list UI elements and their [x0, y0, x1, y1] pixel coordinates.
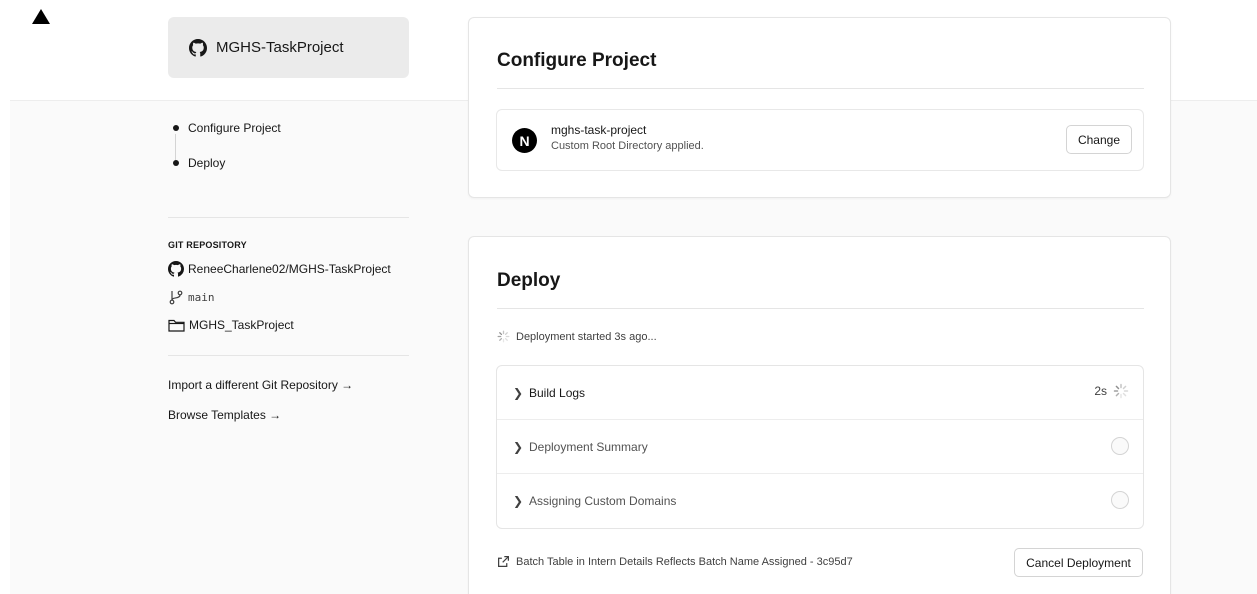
git-directory-name: MGHS_TaskProject — [189, 318, 294, 332]
deployment-summary-row[interactable]: ❯ Deployment Summary — [497, 420, 1143, 474]
git-branch: main — [168, 288, 408, 306]
nextjs-logo-icon: N — [512, 128, 537, 153]
folder-icon — [168, 319, 185, 332]
git-repository-heading: GIT REPOSITORY — [168, 240, 247, 250]
configure-project-title: Configure Project — [497, 50, 657, 71]
git-branch-name: main — [188, 290, 215, 304]
step-configure-project: Configure Project — [168, 118, 281, 138]
triangle-logo-icon[interactable] — [32, 9, 50, 24]
github-icon — [168, 261, 184, 277]
step-label: Configure Project — [188, 121, 281, 135]
sidebar-divider — [168, 355, 409, 356]
custom-domains-status — [1111, 491, 1129, 509]
pending-circle-icon — [1111, 437, 1129, 455]
deployment-summary-status — [1111, 437, 1129, 455]
pending-circle-icon — [1111, 491, 1129, 509]
custom-domains-label: Assigning Custom Domains — [529, 494, 677, 508]
step-deploy: Deploy — [168, 153, 281, 173]
deployment-summary-label: Deployment Summary — [529, 439, 648, 454]
configure-project-card: Configure Project N mghs-task-project Cu… — [468, 17, 1171, 198]
browse-templates-link[interactable]: Browse Templates → — [168, 408, 281, 422]
git-directory: MGHS_TaskProject — [168, 316, 408, 334]
deploy-card: Deploy Deployment started 3s ago... ❯ Bu… — [468, 236, 1171, 594]
build-logs-label: Build Logs — [529, 385, 586, 400]
project-note: Custom Root Directory applied. — [551, 140, 704, 152]
build-logs-status: 2s — [1094, 383, 1129, 399]
sidebar-divider — [168, 217, 409, 218]
spinner-icon — [1113, 383, 1129, 399]
chevron-right-icon: ❯ — [513, 385, 524, 400]
git-repo-link[interactable]: ReneeCharlene02/MGHS-TaskProject — [168, 260, 408, 278]
git-repository-section: GIT REPOSITORY ReneeCharlene02/MGHS-Task… — [168, 240, 408, 344]
commit-message: Batch Table in Intern Details Reflects B… — [516, 555, 853, 568]
project-name: mghs-task-project — [551, 123, 647, 137]
git-repo-name: ReneeCharlene02/MGHS-TaskProject — [188, 262, 391, 276]
commit-link[interactable]: Batch Table in Intern Details Reflects B… — [497, 555, 853, 568]
card-divider — [497, 308, 1144, 309]
project-info-box: N mghs-task-project Custom Root Director… — [496, 109, 1144, 171]
build-logs-time: 2s — [1094, 384, 1107, 398]
custom-domains-row[interactable]: ❯ Assigning Custom Domains — [497, 474, 1143, 528]
step-label: Deploy — [188, 156, 226, 170]
step-dot — [173, 125, 179, 131]
card-divider — [497, 88, 1144, 89]
chevron-right-icon: ❯ — [513, 439, 524, 454]
deploy-title: Deploy — [497, 270, 561, 291]
repo-chip: MGHS-TaskProject — [168, 17, 409, 78]
git-branch-icon — [169, 290, 183, 305]
github-icon — [189, 38, 207, 57]
chevron-right-icon: ❯ — [513, 494, 524, 508]
step-dot — [173, 160, 179, 166]
cancel-deployment-button[interactable]: Cancel Deployment — [1014, 548, 1143, 577]
import-repository-link[interactable]: Import a different Git Repository → — [168, 378, 353, 392]
repo-chip-label: MGHS-TaskProject — [216, 39, 344, 56]
change-button[interactable]: Change — [1066, 125, 1132, 154]
deployment-status-text: Deployment started 3s ago... — [516, 330, 657, 343]
deployment-status: Deployment started 3s ago... — [497, 330, 657, 343]
progress-steps: Configure Project Deploy — [168, 118, 281, 188]
build-logs-row[interactable]: ❯ Build Logs 2s — [497, 366, 1143, 420]
deployment-steps: ❯ Build Logs 2s ❯ Deployment Summary ❯ A… — [496, 365, 1144, 529]
external-link-icon — [498, 556, 509, 567]
spinner-icon — [497, 330, 510, 343]
